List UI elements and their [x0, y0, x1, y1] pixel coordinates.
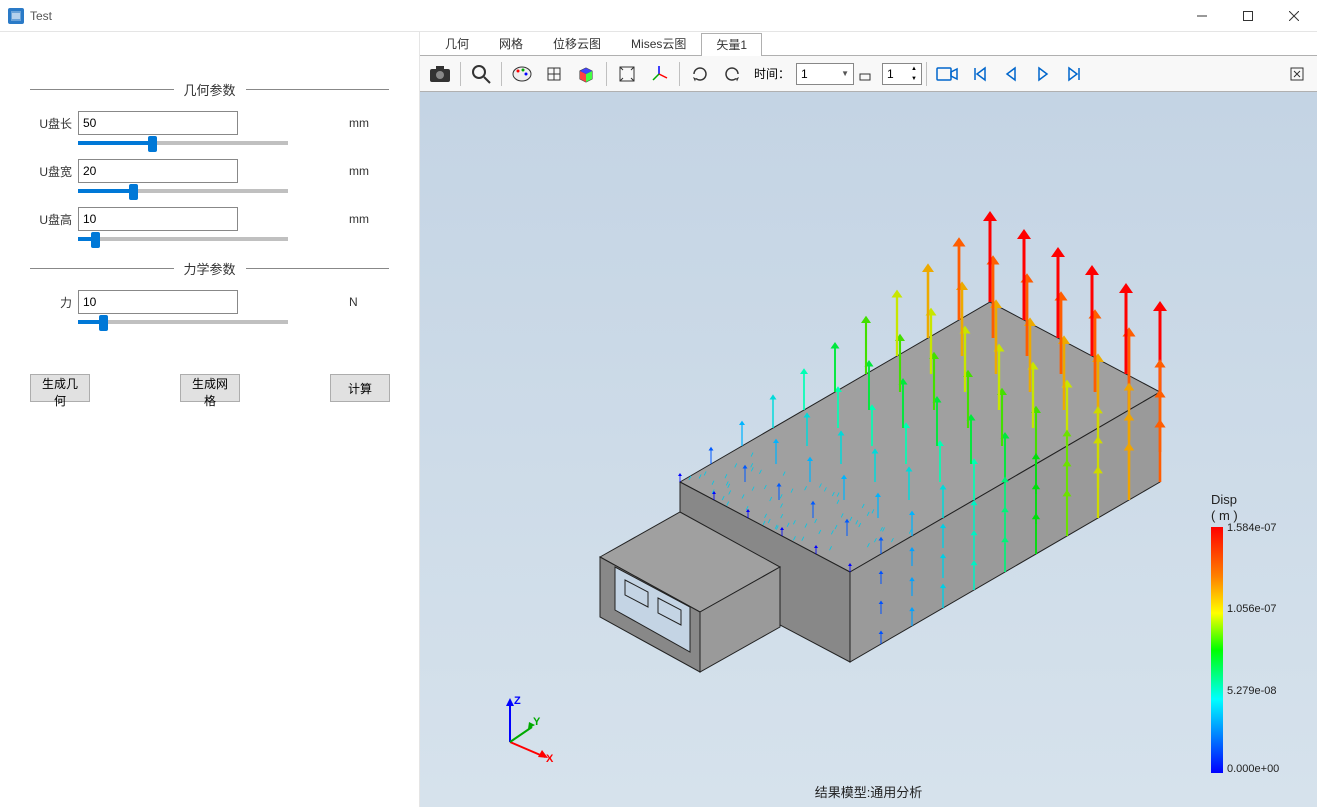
rotate-right-icon[interactable] — [716, 59, 748, 89]
time-combo[interactable]: 1▼ — [796, 63, 854, 85]
generate-geometry-button[interactable]: 生成几何 — [30, 374, 90, 402]
app-icon — [8, 8, 24, 24]
tab-vector1[interactable]: 矢量1 — [701, 33, 762, 56]
unit-width: mm — [349, 164, 389, 178]
window-title: Test — [30, 9, 1179, 23]
slider-length[interactable] — [78, 141, 288, 145]
unit-force: N — [349, 295, 389, 309]
input-force[interactable] — [78, 290, 238, 314]
input-length[interactable] — [78, 111, 238, 135]
slider-height[interactable] — [78, 237, 288, 241]
label-force: 力 — [30, 294, 78, 311]
color-legend: Disp( m ) 1.584e-07 1.056e-07 5.279e-08 … — [1211, 492, 1301, 773]
rotate-left-icon[interactable] — [684, 59, 716, 89]
label-length: U盘长 — [30, 115, 78, 132]
record-icon[interactable] — [931, 59, 963, 89]
sidebar-panel: 几何参数 U盘长 mm U盘宽 mm U盘高 mm 力学参数 力 N — [0, 32, 420, 807]
tab-geometry[interactable]: 几何 — [430, 32, 484, 55]
input-height[interactable] — [78, 207, 238, 231]
3d-viewport[interactable]: Z X Y Disp( m ) 1.584e-07 1.056e-07 5.27… — [420, 92, 1317, 807]
main-area: 几何 网格 位移云图 Mises云图 矢量1 时间： 1▼ 1▲▼ — [420, 32, 1317, 807]
iso-icon[interactable] — [538, 59, 570, 89]
slider-width[interactable] — [78, 189, 288, 193]
maximize-button[interactable] — [1225, 1, 1271, 31]
palette-icon[interactable] — [506, 59, 538, 89]
fit-icon[interactable] — [611, 59, 643, 89]
section-geom-divider: 几何参数 — [30, 80, 389, 99]
slider-force[interactable] — [78, 320, 288, 324]
zoom-icon[interactable] — [465, 59, 497, 89]
close-button[interactable] — [1271, 1, 1317, 31]
minimize-button[interactable] — [1179, 1, 1225, 31]
skip-start-icon[interactable] — [963, 59, 995, 89]
skip-end-icon[interactable] — [1059, 59, 1091, 89]
tab-mises[interactable]: Mises云图 — [616, 32, 701, 55]
result-tabs: 几何 网格 位移云图 Mises云图 矢量1 — [420, 32, 1317, 56]
viewer-toolbar: 时间： 1▼ 1▲▼ — [420, 56, 1317, 92]
snapshot-icon[interactable] — [424, 59, 456, 89]
time-label: 时间： — [754, 65, 790, 82]
generate-mesh-button[interactable]: 生成网格 — [180, 374, 240, 402]
label-height: U盘高 — [30, 211, 78, 228]
svg-text:Z: Z — [514, 695, 521, 707]
titlebar: Test — [0, 0, 1317, 32]
cube-icon[interactable] — [570, 59, 602, 89]
label-width: U盘宽 — [30, 163, 78, 180]
unit-height: mm — [349, 212, 389, 226]
play-icon[interactable] — [1027, 59, 1059, 89]
unit-length: mm — [349, 116, 389, 130]
svg-text:X: X — [546, 753, 554, 762]
svg-text:Y: Y — [533, 716, 541, 728]
tab-mesh[interactable]: 网格 — [484, 32, 538, 55]
input-width[interactable] — [78, 159, 238, 183]
axis-icon[interactable] — [643, 59, 675, 89]
compute-button[interactable]: 计算 — [330, 374, 390, 402]
step-lock-icon[interactable] — [854, 59, 876, 89]
section-force-divider: 力学参数 — [30, 259, 389, 278]
expand-icon[interactable] — [1281, 59, 1313, 89]
tab-displacement[interactable]: 位移云图 — [538, 32, 616, 55]
result-model-label: 结果模型:通用分析 — [815, 782, 923, 801]
play-back-icon[interactable] — [995, 59, 1027, 89]
step-spinner[interactable]: 1▲▼ — [882, 63, 922, 85]
orientation-triad: Z X Y — [490, 692, 560, 767]
